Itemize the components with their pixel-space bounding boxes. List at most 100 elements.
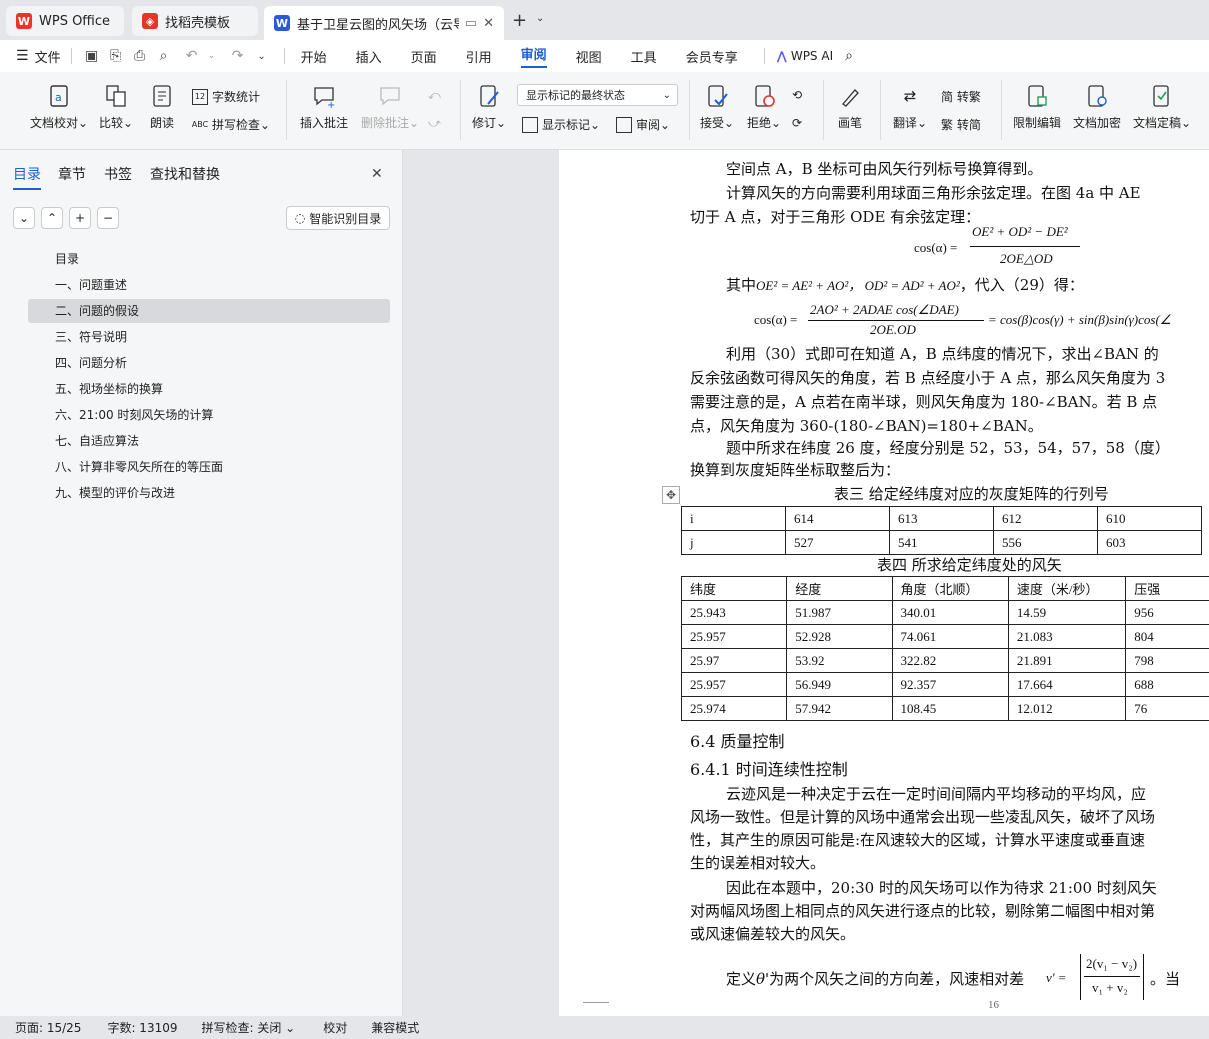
close-icon[interactable]: ✕ xyxy=(371,166,383,182)
table-cell[interactable]: 798 xyxy=(1125,648,1209,673)
table-move-handle-icon[interactable]: ✥ xyxy=(662,486,680,504)
next-comment-icon[interactable]: ⤻ xyxy=(428,116,441,131)
to-simplified-button[interactable]: 繁 转简 xyxy=(941,116,981,133)
spell-check-status[interactable]: 拼写检查: 关闭 ⌄ xyxy=(202,1019,296,1036)
table-cell[interactable]: 108.45 xyxy=(891,696,1009,721)
toc-item[interactable]: 三、符号说明 xyxy=(28,325,390,349)
table-header-cell[interactable]: 经度 xyxy=(786,576,893,601)
table-cell[interactable]: 25.943 xyxy=(680,600,788,625)
more-quick-icon[interactable]: ⌄ xyxy=(252,51,272,62)
table-cell[interactable]: 21.891 xyxy=(1007,648,1127,673)
table-cell[interactable]: 17.664 xyxy=(1007,672,1127,697)
table-cell[interactable]: j xyxy=(681,530,786,555)
table-cell[interactable]: 688 xyxy=(1125,672,1209,697)
table-cell[interactable]: 527 xyxy=(785,530,890,555)
menu-item-tools[interactable]: 工具 xyxy=(631,47,657,66)
menu-item-insert[interactable]: 插入 xyxy=(356,47,382,66)
finalize-button[interactable]: 文档定稿⌄ xyxy=(1133,84,1191,131)
tab-chapter[interactable]: 章节 xyxy=(58,164,86,184)
word-count-status[interactable]: 字数: 13109 xyxy=(107,1019,177,1036)
revise-button[interactable]: 修订⌄ xyxy=(472,84,506,131)
menu-file[interactable]: 文件 xyxy=(35,47,61,66)
toc-item[interactable]: 一、问题重述 xyxy=(28,273,390,297)
table-header-cell[interactable]: 速度（米/秒） xyxy=(1007,576,1127,601)
table-header-cell[interactable]: 角度（北顺） xyxy=(891,576,1009,601)
table-cell[interactable]: 12.012 xyxy=(1007,696,1127,721)
prev-revision-icon[interactable]: ⟲ xyxy=(792,88,802,102)
print-preview-icon[interactable]: ⌕ xyxy=(154,48,174,64)
table-cell[interactable]: 612 xyxy=(993,506,1098,531)
encrypt-button[interactable]: 文档加密 xyxy=(1073,84,1121,131)
search-icon[interactable]: ⌕ xyxy=(845,48,853,64)
reject-button[interactable]: 拒绝⌄ xyxy=(747,84,781,131)
save-icon[interactable]: ▣ xyxy=(82,48,102,64)
toc-item[interactable]: 七、自适应算法 xyxy=(28,429,390,453)
collapse-icon[interactable]: ⌄ xyxy=(13,207,35,229)
table-cell[interactable]: 322.82 xyxy=(891,648,1009,673)
tab-list-chevron-icon[interactable]: ⌄ xyxy=(536,13,544,24)
menu-item-reference[interactable]: 引用 xyxy=(466,47,492,66)
toc-item[interactable]: 五、视场坐标的换算 xyxy=(28,377,390,401)
redo-icon[interactable]: ↷ xyxy=(228,48,248,64)
menu-item-start[interactable]: 开始 xyxy=(301,47,327,66)
page-indicator[interactable]: 页面: 15/25 xyxy=(15,1019,81,1036)
table-header-cell[interactable]: 纬度 xyxy=(680,576,788,601)
insert-comment-button[interactable]: + 插入批注 xyxy=(300,84,348,131)
table-cell[interactable]: i xyxy=(681,506,786,531)
tab-wps-office[interactable]: W WPS Office xyxy=(6,6,124,36)
menu-wps-ai[interactable]: WPS AI xyxy=(791,49,833,63)
to-traditional-button[interactable]: 简 转繁 xyxy=(941,88,981,105)
table-cell[interactable]: 804 xyxy=(1125,624,1209,649)
compare-button[interactable]: 比较⌄ xyxy=(99,84,133,131)
toc-item-selected[interactable]: 二、问题的假设 xyxy=(28,299,390,323)
tab-bookmark[interactable]: 书签 xyxy=(104,164,132,184)
proofread-status[interactable]: 校对 xyxy=(323,1019,347,1036)
read-aloud-button[interactable]: 朗读 xyxy=(150,84,174,131)
table-cell[interactable]: 57.942 xyxy=(786,696,893,721)
print-icon[interactable]: ⎙ xyxy=(130,48,150,64)
translate-button[interactable]: ⇄ 翻译⌄ xyxy=(893,84,927,131)
table-cell[interactable]: 25.957 xyxy=(680,672,788,697)
prev-comment-icon[interactable]: ⤺ xyxy=(428,88,441,103)
toc-item[interactable]: 六、21:00 时刻风矢场的计算 xyxy=(28,403,390,427)
table-cell[interactable]: 610 xyxy=(1097,506,1202,531)
expand-icon[interactable]: ⌃ xyxy=(41,207,63,229)
word-count-button[interactable]: 12 字数统计 xyxy=(192,88,260,105)
document-page[interactable]: 空间点 A，B 坐标可由风矢行列标号换算得到。 计算风矢的方向需要利用球面三角形… xyxy=(559,150,1209,1016)
undo-icon[interactable]: ↶ xyxy=(182,48,202,64)
tab-toc[interactable]: 目录 xyxy=(13,164,41,190)
delete-comment-button[interactable]: 删除批注⌄ xyxy=(361,84,419,131)
table-cell[interactable]: 51.987 xyxy=(786,600,893,625)
toc-item[interactable]: 九、模型的评价与改进 xyxy=(28,481,390,505)
new-tab-icon[interactable]: + xyxy=(512,10,527,31)
doc-proof-button[interactable]: a 文档校对⌄ xyxy=(30,84,88,131)
tab-close-icon[interactable]: ✕ xyxy=(483,16,494,31)
undo-dropdown-icon[interactable]: ⌄ xyxy=(202,51,222,61)
table-cell[interactable]: 956 xyxy=(1125,600,1209,625)
table-cell[interactable]: 52.928 xyxy=(786,624,893,649)
table-cell[interactable]: 556 xyxy=(993,530,1098,555)
table-cell[interactable]: 92.357 xyxy=(891,672,1009,697)
table-cell[interactable]: 25.957 xyxy=(680,624,788,649)
smart-toc-button[interactable]: ◌ 智能识别目录 xyxy=(286,206,390,230)
toc-item[interactable]: 目录 xyxy=(28,247,390,271)
table-cell[interactable]: 74.061 xyxy=(891,624,1009,649)
table-cell[interactable]: 603 xyxy=(1097,530,1202,555)
accept-button[interactable]: 接受⌄ xyxy=(700,84,734,131)
table-cell[interactable]: 614 xyxy=(785,506,890,531)
menu-item-member[interactable]: 会员专享 xyxy=(686,47,738,66)
review-pane-button[interactable]: 审阅⌄ xyxy=(616,116,670,133)
toc-item[interactable]: 四、问题分析 xyxy=(28,351,390,375)
table-header-cell[interactable]: 压强 xyxy=(1125,576,1209,601)
table-cell[interactable]: 14.59 xyxy=(1007,600,1127,625)
show-markup-button[interactable]: 显示标记⌄ xyxy=(522,116,600,133)
export-icon[interactable]: ⎘ xyxy=(106,48,126,64)
tab-document[interactable]: W 基于卫星云图的风矢场（云导风 ▭ ✕ xyxy=(264,6,504,40)
spell-check-button[interactable]: ABC 拼写检查⌄ xyxy=(192,116,270,133)
document-area[interactable]: 空间点 A，B 坐标可由风矢行列标号换算得到。 计算风矢的方向需要利用球面三角形… xyxy=(404,150,1209,1016)
table-cell[interactable]: 613 xyxy=(889,506,994,531)
table-cell[interactable]: 340.01 xyxy=(891,600,1009,625)
restrict-edit-button[interactable]: 限制编辑 xyxy=(1013,84,1061,131)
menu-item-view[interactable]: 视图 xyxy=(576,47,602,66)
next-revision-icon[interactable]: ⟳ xyxy=(792,116,802,130)
